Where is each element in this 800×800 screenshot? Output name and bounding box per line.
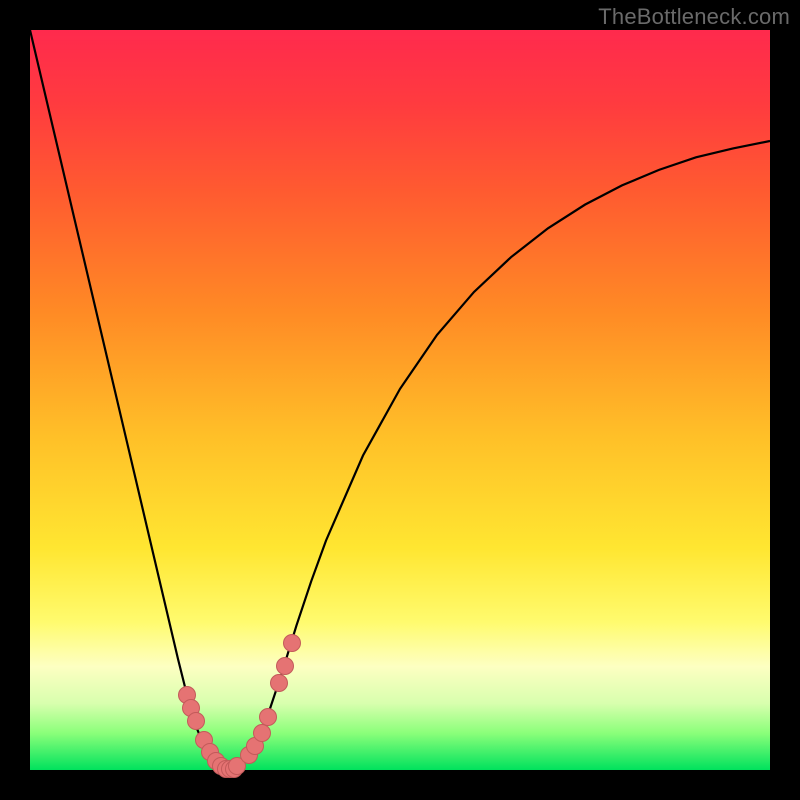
sample-marker: [187, 712, 205, 730]
sample-marker: [283, 634, 301, 652]
sample-marker: [253, 724, 271, 742]
sample-marker: [259, 708, 277, 726]
curve-svg: [30, 30, 770, 770]
chart-frame: TheBottleneck.com: [0, 0, 800, 800]
bottleneck-curve: [30, 30, 770, 770]
watermark-text: TheBottleneck.com: [598, 4, 790, 30]
sample-marker: [270, 674, 288, 692]
sample-marker: [276, 657, 294, 675]
plot-area: [30, 30, 770, 770]
